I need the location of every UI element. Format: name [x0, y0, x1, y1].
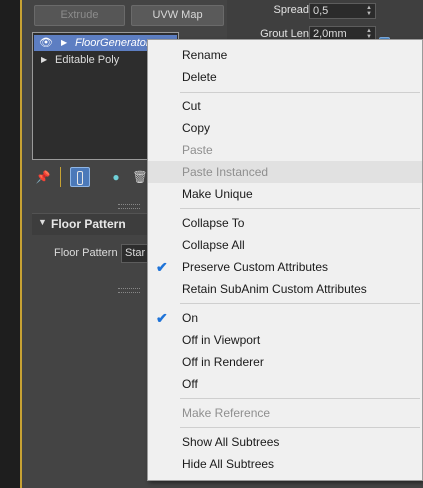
- menu-item-cut[interactable]: Cut: [148, 95, 422, 117]
- stack-item-label: Editable Poly: [55, 54, 120, 66]
- spinner-arrows-icon[interactable]: ▲ ▼: [366, 5, 372, 17]
- menu-item-on[interactable]: ✔ On: [148, 307, 422, 329]
- menu-item-rename[interactable]: Rename: [148, 44, 422, 66]
- menu-item-hide-all-subtrees[interactable]: Hide All Subtrees: [148, 453, 422, 475]
- panel-drag-handle[interactable]: [118, 288, 140, 293]
- menu-item-make-unique[interactable]: Make Unique: [148, 183, 422, 205]
- menu-item-make-reference[interactable]: Make Reference: [148, 402, 422, 424]
- stack-item-label: FloorGenerator: [75, 37, 150, 49]
- menu-separator: [180, 208, 420, 209]
- menu-separator: [180, 398, 420, 399]
- menu-item-paste[interactable]: Paste: [148, 139, 422, 161]
- menu-item-paste-instanced[interactable]: Paste Instanced: [148, 161, 422, 183]
- viewport-active-border: [20, 0, 22, 488]
- menu-item-delete[interactable]: Delete: [148, 66, 422, 88]
- menu-item-collapse-to[interactable]: Collapse To: [148, 212, 422, 234]
- make-unique-icon[interactable]: ●: [108, 169, 124, 185]
- menu-item-retain-subanim-custom-attributes[interactable]: Retain SubAnim Custom Attributes: [148, 278, 422, 300]
- menu-item-off-in-renderer[interactable]: Off in Renderer: [148, 351, 422, 373]
- extrude-button[interactable]: Extrude: [34, 5, 125, 26]
- menu-item-copy[interactable]: Copy: [148, 117, 422, 139]
- viewport-edge: [0, 0, 20, 488]
- spread-spinner[interactable]: 0,5 ▲ ▼: [309, 3, 376, 19]
- show-end-result-icon[interactable]: [70, 167, 90, 187]
- pin-stack-icon[interactable]: 📌: [35, 169, 51, 185]
- checkmark-icon: ✔: [156, 310, 168, 326]
- uvw-map-button[interactable]: UVW Map: [131, 5, 224, 26]
- menu-item-off[interactable]: Off: [148, 373, 422, 395]
- spread-value: 0,5: [313, 5, 329, 17]
- rollout-title: Floor Pattern: [51, 217, 126, 231]
- collapse-arrow-icon[interactable]: ▼: [38, 217, 47, 227]
- checkmark-icon: ✔: [156, 259, 168, 275]
- spread-label: Spread: [273, 4, 309, 16]
- floor-pattern-label: Floor Pattern: [54, 247, 118, 259]
- menu-item-collapse-all[interactable]: Collapse All: [148, 234, 422, 256]
- menu-separator: [180, 427, 420, 428]
- menu-separator: [180, 92, 420, 93]
- menu-separator: [180, 303, 420, 304]
- toolbar-divider: [60, 167, 61, 187]
- panel-drag-handle[interactable]: [118, 204, 140, 209]
- floor-pattern-value: Star: [125, 247, 146, 259]
- remove-modifier-icon[interactable]: 🗑: [132, 169, 148, 185]
- context-menu: Rename Delete Cut Copy Paste Paste Insta…: [147, 39, 423, 481]
- eye-icon[interactable]: 👁: [39, 35, 53, 51]
- menu-item-show-all-subtrees[interactable]: Show All Subtrees: [148, 431, 422, 453]
- menu-item-off-in-viewport[interactable]: Off in Viewport: [148, 329, 422, 351]
- expand-arrow-icon[interactable]: ▶: [41, 52, 47, 68]
- menu-item-preserve-custom-attributes[interactable]: ✔ Preserve Custom Attributes: [148, 256, 422, 278]
- expand-arrow-icon[interactable]: ▶: [61, 35, 67, 51]
